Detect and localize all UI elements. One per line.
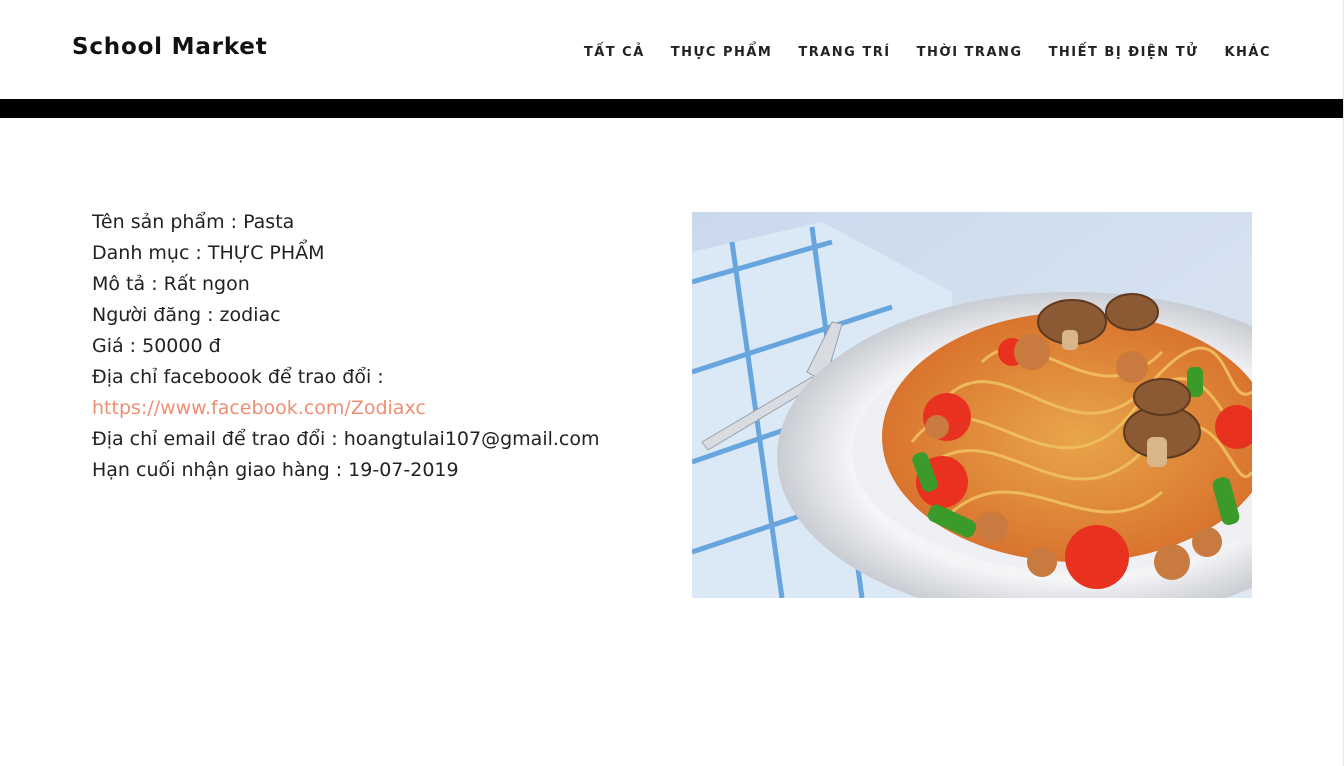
nav-item-electronics: THIẾT BỊ ĐIỆN TỬ <box>1049 41 1199 60</box>
nav-link-electronics[interactable]: THIẾT BỊ ĐIỆN TỬ <box>1049 45 1199 60</box>
product-price: Giá : 50000 đ <box>92 335 221 357</box>
product-deadline: Hạn cuối nhận giao hàng : 19-07-2019 <box>92 459 459 481</box>
facebook-link[interactable]: https://www.facebook.com/Zodiaxc <box>92 397 426 419</box>
main-nav: TẤT CẢ THỰC PHẨM TRANG TRÍ THỜI TRANG TH… <box>584 41 1271 60</box>
product-category: Danh mục : THỰC PHẨM <box>92 242 325 264</box>
page: School Market TẤT CẢ THỰC PHẨM TRANG TRÍ… <box>0 0 1344 766</box>
product-description: Mô tả : Rất ngon <box>92 273 250 295</box>
product-name: Tên sản phẩm : Pasta <box>92 211 295 233</box>
nav-item-food: THỰC PHẨM <box>671 41 773 60</box>
nav-link-decor[interactable]: TRANG TRÍ <box>798 45 890 60</box>
nav-item-decor: TRANG TRÍ <box>798 41 890 60</box>
nav-link-other[interactable]: KHÁC <box>1224 45 1271 60</box>
nav-link-fashion[interactable]: THỜI TRANG <box>917 45 1023 60</box>
site-header: School Market TẤT CẢ THỰC PHẨM TRANG TRÍ… <box>0 0 1344 99</box>
product-poster: Người đăng : zodiac <box>92 304 281 326</box>
nav-item-fashion: THỜI TRANG <box>917 41 1023 60</box>
facebook-link-row: https://www.facebook.com/Zodiaxc <box>92 393 652 424</box>
nav-link-food[interactable]: THỰC PHẨM <box>671 45 773 60</box>
nav-link-all[interactable]: TẤT CẢ <box>584 45 645 60</box>
product-details: Tên sản phẩm : Pasta Danh mục : THỰC PHẨ… <box>92 207 652 486</box>
header-divider-band <box>0 99 1344 118</box>
nav-item-all: TẤT CẢ <box>584 41 645 60</box>
nav-item-other: KHÁC <box>1224 41 1271 60</box>
product-email: Địa chỉ email để trao đổi : hoangtulai10… <box>92 428 600 450</box>
pasta-photo <box>692 212 1252 598</box>
brand-logo[interactable]: School Market <box>72 34 268 60</box>
facebook-label: Địa chỉ faceboook để trao đổi : <box>92 366 384 388</box>
